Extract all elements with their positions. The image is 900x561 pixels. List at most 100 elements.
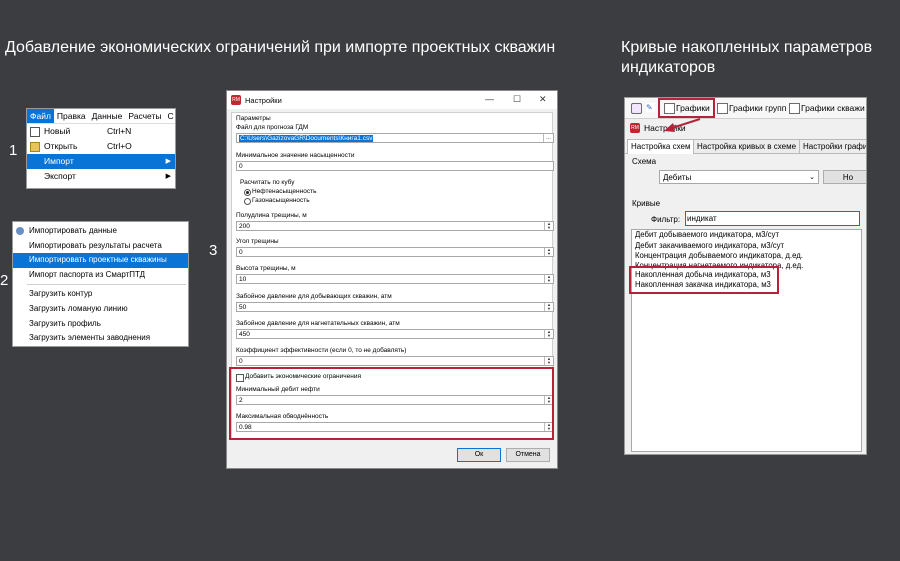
spin-arrows-icon[interactable]: ▲ ▼ [544, 330, 553, 338]
file-menu-panel: Файл Правка Данные Расчеты С Новый Ctrl+… [26, 108, 176, 189]
import-item-data[interactable]: Импортировать данные [13, 224, 188, 239]
efficiency-input[interactable]: 0 ▲ ▼ [236, 356, 554, 366]
schema-value: Дебиты [663, 173, 692, 182]
radio-oil-saturation[interactable] [244, 189, 251, 196]
import-item-flooding[interactable]: Загрузить элементы заводнения [13, 331, 188, 346]
menu-item-new-label: Новый [44, 126, 71, 136]
app-logo-icon: RM [231, 95, 241, 105]
tab-curve-settings[interactable]: Настройка кривых в схеме [693, 139, 801, 153]
import-item-data-label: Импортировать данные [29, 226, 117, 235]
page-title-right: Кривые накопленных параметров индикаторо… [621, 38, 872, 78]
filter-input[interactable]: индикат [685, 211, 860, 226]
toolbar-group-charts[interactable]: Графики групп [729, 103, 786, 113]
submenu-arrow-icon: ▶ [165, 158, 171, 165]
spin-arrows-icon[interactable]: ▲ ▼ [544, 222, 553, 230]
cancel-button[interactable]: Отмена [506, 448, 550, 462]
radio-gas-saturation[interactable] [244, 198, 251, 205]
submenu-arrow-icon: ▶ [165, 173, 171, 180]
menu-item-new-shortcut: Ctrl+N [107, 126, 132, 136]
menu-data[interactable]: Данные [89, 109, 126, 123]
new-schema-button[interactable]: Но [823, 170, 866, 184]
chevron-down-icon: ⌄ [809, 174, 815, 181]
file-path-input[interactable]: C:\Users\GazizovaGR\Documents\Книга1.csv… [236, 133, 554, 143]
charts-button-highlight [658, 98, 715, 118]
import-item-project-wells[interactable]: Импортировать проектные скважины [13, 253, 188, 268]
bhp-injector-value: 450 [239, 331, 250, 338]
min-saturation-input[interactable]: 0 [236, 161, 554, 171]
spin-arrows-icon[interactable]: ▲ ▼ [544, 303, 553, 311]
open-folder-icon [30, 142, 40, 152]
cube-group-label: Расчитать по кубу [240, 179, 295, 186]
menu-edit[interactable]: Правка [54, 109, 89, 123]
menu-item-open[interactable]: Открыть Ctrl+O [27, 139, 175, 154]
cumulative-curves-highlight [629, 266, 779, 294]
import-item-results-label: Импортировать результаты расчета [29, 240, 162, 250]
well-chart-icon [789, 103, 800, 114]
minimize-icon[interactable]: — [485, 94, 494, 104]
spin-arrows-icon[interactable]: ▲ ▼ [544, 357, 553, 365]
frac-height-input[interactable]: 10 ▲ ▼ [236, 274, 554, 284]
menu-item-import-label: Импорт [44, 156, 74, 166]
list-item[interactable]: Дебит закачиваемого индикатора, м3/сут [632, 241, 861, 252]
maximize-icon[interactable]: ☐ [513, 94, 521, 105]
bhp-producer-input[interactable]: 50 ▲ ▼ [236, 302, 554, 312]
frac-angle-input[interactable]: 0 ▲ ▼ [236, 247, 554, 257]
menu-calc[interactable]: Расчеты [125, 109, 164, 123]
menu-item-export-label: Экспорт [44, 171, 76, 181]
spin-arrows-icon[interactable]: ▲ ▼ [544, 275, 553, 283]
filter-label: Фильтр: [651, 215, 681, 224]
import-item-polyline-label: Загрузить ломаную линию [29, 303, 128, 313]
efficiency-value: 0 [239, 358, 243, 365]
step-number-3: 3 [209, 242, 218, 259]
spin-arrows-icon[interactable]: ▲ ▼ [544, 248, 553, 256]
page-title-left: Добавление экономических ограничений при… [5, 39, 556, 56]
import-item-polyline[interactable]: Загрузить ломаную линию [13, 302, 188, 317]
tab-schema-settings[interactable]: Настройка схем [627, 139, 695, 154]
list-item[interactable]: Концентрация добываемого индикатора, д.е… [632, 251, 861, 262]
schema-select[interactable]: Дебиты ⌄ [659, 170, 819, 184]
menu-file[interactable]: Файл [27, 109, 54, 123]
half-length-label: Полудлина трещины, м [236, 212, 307, 219]
schema-label: Схема [632, 157, 657, 166]
brush-icon[interactable]: ✎ [646, 103, 655, 112]
cube-groupbox: Расчитать по кубу Нефтенасыщенность Газо… [236, 177, 376, 207]
toolbar-well-charts[interactable]: Графики скважи [801, 103, 865, 113]
file-path-value: C:\Users\GazizovaGR\Documents\Книга1.csv [239, 135, 374, 142]
frac-angle-value: 0 [239, 249, 243, 256]
import-item-profile[interactable]: Загрузить профиль [13, 317, 188, 332]
half-length-value: 200 [239, 223, 250, 230]
menu-item-open-label: Открыть [44, 141, 78, 151]
ok-button[interactable]: Ок [457, 448, 501, 462]
import-item-project-wells-label: Импортировать проектные скважины [29, 255, 167, 265]
file-label: Файл для прогноза ГДМ [236, 124, 309, 131]
import-item-contour[interactable]: Загрузить контур [13, 287, 188, 302]
pentagon-icon[interactable] [631, 103, 642, 114]
settings-header: RM Настройки [625, 120, 866, 136]
step-number-2: 2 [0, 272, 9, 289]
min-saturation-label: Минимальное значение насыщенности [236, 152, 355, 159]
menu-item-import[interactable]: Импорт ▶ [27, 154, 175, 169]
browse-button[interactable]: … [543, 134, 553, 142]
import-item-passport[interactable]: Импорт паспорта из СмартПТД [13, 268, 188, 283]
tab-chart-settings[interactable]: Настройки графи [799, 139, 866, 153]
menu-item-export[interactable]: Экспорт ▶ [27, 169, 175, 184]
efficiency-label: Коэффициент эффективности (если 0, то не… [236, 347, 407, 354]
list-item[interactable]: Дебит добываемого индикатора, м3/сут [632, 230, 861, 241]
menubar: Файл Правка Данные Расчеты С [27, 109, 175, 124]
bhp-injector-input[interactable]: 450 ▲ ▼ [236, 329, 554, 339]
close-icon[interactable]: ✕ [539, 94, 547, 105]
step-number-1: 1 [9, 142, 18, 159]
group-chart-icon [717, 103, 728, 114]
half-length-input[interactable]: 200 ▲ ▼ [236, 221, 554, 231]
settings-title: Настройки [644, 123, 686, 133]
radio-gas-label: Газонасыщенность [252, 197, 310, 204]
menu-item-new[interactable]: Новый Ctrl+N [27, 124, 175, 139]
radio-oil-label: Нефтенасыщенность [252, 188, 317, 195]
menu-separator [27, 284, 186, 286]
import-item-results[interactable]: Импортировать результаты расчета [13, 239, 188, 254]
frac-height-value: 10 [239, 276, 247, 283]
menu-more[interactable]: С [165, 109, 177, 123]
app-logo-icon: RM [630, 123, 640, 133]
frac-angle-label: Угол трещины [236, 238, 279, 245]
import-item-contour-label: Загрузить контур [29, 289, 93, 299]
